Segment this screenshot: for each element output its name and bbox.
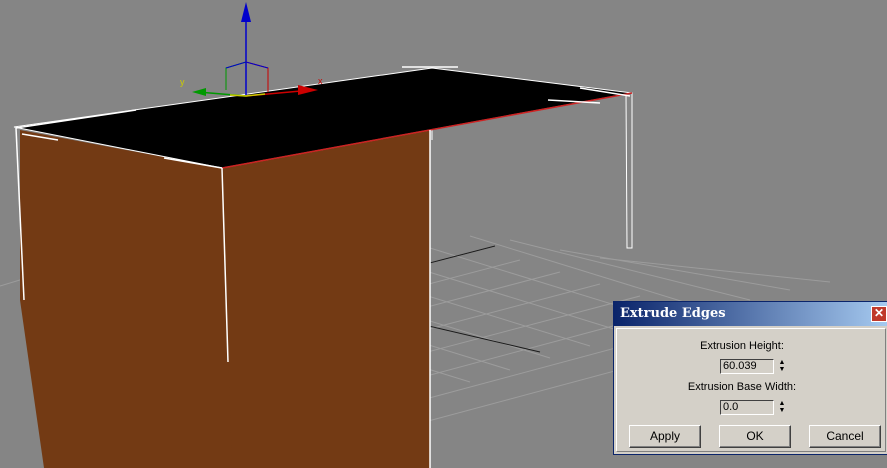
dialog-title: Extrude Edges [620, 306, 726, 321]
extrusion-height-label: Extrusion Height: [700, 340, 784, 352]
y-axis-arrow-icon [192, 88, 206, 96]
extrusion-base-width-label: Extrusion Base Width: [687, 381, 797, 393]
transform-gizmo[interactable] [192, 2, 318, 97]
spinner-down-icon[interactable]: ▼ [777, 366, 787, 373]
x-axis-label: x [318, 76, 323, 86]
apply-button[interactable]: Apply [629, 425, 701, 448]
spinner-down-icon[interactable]: ▼ [777, 407, 787, 414]
z-axis-arrow-icon [241, 2, 251, 22]
extrusion-height-input[interactable]: 60.039 [720, 359, 774, 374]
spinner-up-icon[interactable]: ▲ [777, 359, 787, 366]
extrusion-height-spinner[interactable]: ▲ ▼ [777, 359, 787, 374]
box-back-leg [625, 92, 633, 249]
y-axis-label: y [180, 77, 185, 87]
close-icon[interactable]: ✕ [871, 306, 887, 322]
extrusion-base-width-input[interactable]: 0.0 [720, 400, 774, 415]
spinner-up-icon[interactable]: ▲ [777, 400, 787, 407]
ok-button[interactable]: OK [719, 425, 791, 448]
cancel-button[interactable]: Cancel [809, 425, 881, 448]
extrude-edges-dialog: Extrude Edges ✕ Extrusion Height: 60.039… [613, 301, 887, 455]
extrusion-base-width-spinner[interactable]: ▲ ▼ [777, 400, 787, 415]
dialog-titlebar[interactable]: Extrude Edges [614, 302, 887, 326]
dialog-body: Extrusion Height: 60.039 ▲ ▼ Extrusion B… [616, 328, 886, 452]
